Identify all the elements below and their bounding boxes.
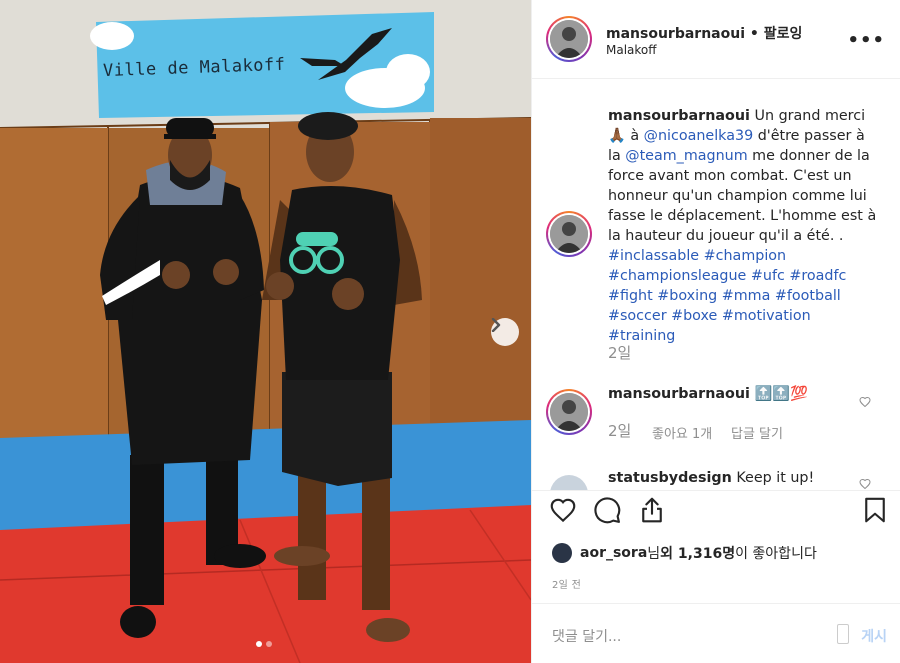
carousel-indicator — [256, 641, 272, 647]
header-username[interactable]: mansourbarnaoui — [606, 26, 745, 42]
comment-input[interactable]: 댓글 달기... — [552, 626, 621, 646]
header-separator: • — [749, 26, 759, 42]
comment-text: Keep it up! — [731, 470, 815, 486]
comment-username[interactable]: statusbydesign — [608, 470, 732, 486]
comment-bubble-icon[interactable] — [592, 495, 622, 525]
avatar-image — [550, 215, 588, 253]
carousel-next-button[interactable] — [491, 318, 519, 346]
comment-time[interactable]: 2일 — [608, 420, 631, 441]
header-avatar[interactable] — [546, 16, 592, 62]
share-icon[interactable] — [637, 495, 667, 525]
comment-username[interactable]: mansourbarnaoui — [608, 386, 750, 402]
instagram-post-view: Ville de Malakoff mansourbarnaoui • 팔로잉 … — [0, 0, 900, 663]
liker-avatar[interactable] — [552, 543, 572, 563]
hashtags[interactable]: #inclassable #champion #championsleague … — [608, 248, 846, 344]
action-bar — [532, 490, 900, 535]
mention-link[interactable]: @team_magnum — [625, 148, 747, 164]
like-heart-icon[interactable] — [548, 495, 578, 525]
mention-link[interactable]: @nicoanelka39 — [644, 128, 754, 144]
comment-text: 🔝🔝💯 — [749, 386, 808, 402]
avatar-image — [550, 20, 588, 58]
liker-username[interactable]: aor_sora — [580, 545, 647, 561]
likes-suffix-b: 이 좋아합니다 — [735, 546, 817, 562]
chevron-right-icon — [491, 318, 501, 332]
comment-avatar[interactable] — [546, 389, 592, 435]
photo-illustration — [0, 0, 531, 663]
reply-button[interactable]: 답글 달기 — [731, 423, 783, 442]
comments-list[interactable]: mansourbarnaoui Un grand merci 🙏🏾 à @nic… — [532, 80, 900, 490]
carousel-dot — [266, 641, 272, 647]
post-header: mansourbarnaoui • 팔로잉 Malakoff ••• — [532, 0, 900, 79]
caption-avatar[interactable] — [546, 211, 592, 257]
post-side-panel: mansourbarnaoui • 팔로잉 Malakoff ••• manso… — [531, 0, 900, 663]
bookmark-icon[interactable] — [860, 495, 890, 525]
heart-icon[interactable] — [859, 478, 871, 490]
more-options-icon[interactable]: ••• — [847, 30, 885, 51]
comment-likes[interactable]: 좋아요 1개 — [652, 423, 712, 442]
caption-text: mansourbarnaoui Un grand merci 🙏🏾 à @nic… — [608, 106, 878, 346]
header-user-line: mansourbarnaoui • 팔로잉 — [606, 23, 802, 43]
likes-count[interactable]: 외 1,316명 — [660, 543, 735, 563]
comment-item: mansourbarnaoui 🔝🔝💯 — [608, 384, 878, 404]
textarea-resize-icon — [837, 624, 849, 644]
comment-item: statusbydesign Keep it up! — [608, 468, 878, 488]
header-location[interactable]: Malakoff — [606, 43, 657, 57]
likes-suffix-a: 님 — [647, 546, 661, 562]
likes-summary: aor_sora 님 외 1,316명 이 좋아합니다 — [552, 543, 817, 563]
caption-username[interactable]: mansourbarnaoui — [608, 108, 750, 124]
heart-icon[interactable] — [859, 396, 871, 408]
comment-avatar[interactable] — [550, 475, 588, 490]
post-photo[interactable]: Ville de Malakoff — [0, 0, 531, 663]
post-button[interactable]: 게시 — [861, 626, 887, 646]
caption-time[interactable]: 2일 — [608, 342, 631, 363]
comment-compose: 댓글 달기... 게시 — [532, 603, 900, 663]
post-date[interactable]: 2일 전 — [552, 576, 581, 591]
following-button[interactable]: 팔로잉 — [764, 26, 803, 42]
carousel-dot-active — [256, 641, 262, 647]
avatar-image — [550, 393, 588, 431]
